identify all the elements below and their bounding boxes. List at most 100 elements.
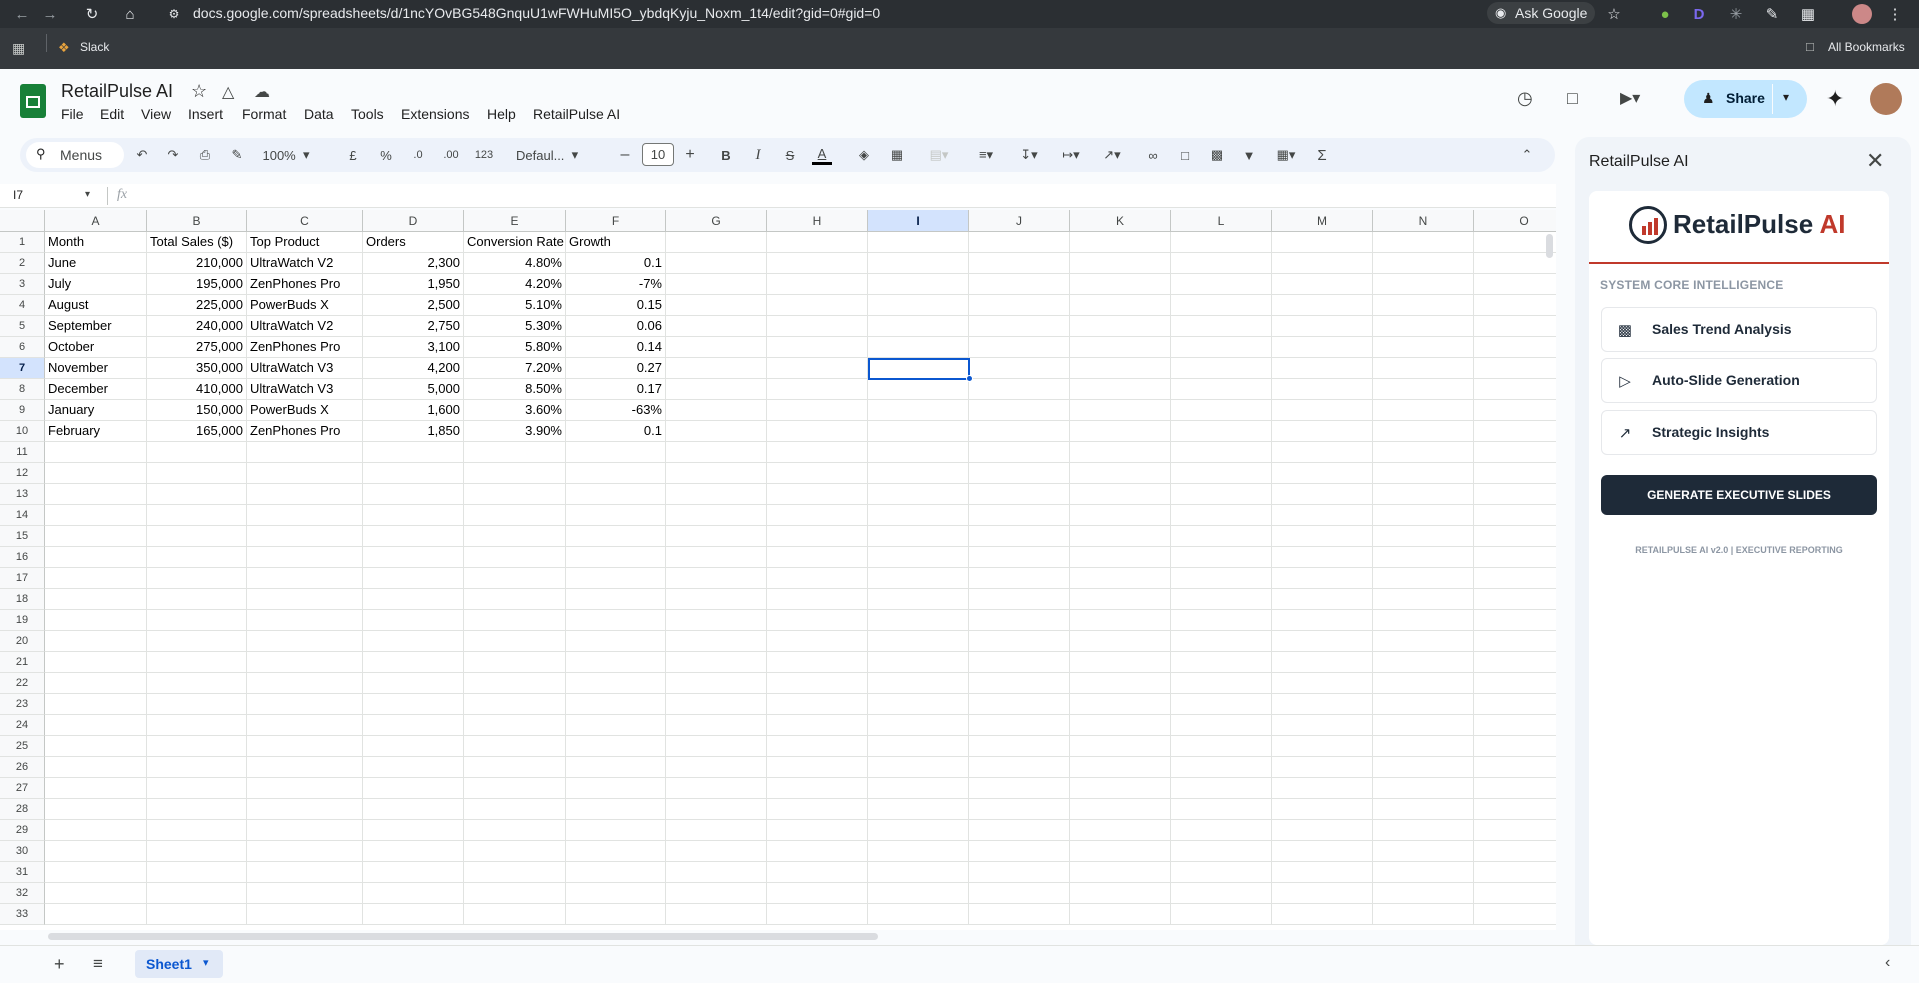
data-cell[interactable]: 1,850 — [363, 421, 464, 442]
cell[interactable] — [868, 274, 969, 295]
data-cell[interactable]: 275,000 — [147, 337, 247, 358]
column-header-n[interactable]: N — [1373, 210, 1474, 232]
cell[interactable] — [1272, 463, 1373, 484]
cell[interactable] — [566, 484, 666, 505]
cell[interactable] — [868, 883, 969, 904]
cell[interactable] — [1272, 484, 1373, 505]
cell[interactable] — [1070, 337, 1171, 358]
row-header[interactable]: 18 — [0, 589, 45, 610]
header-cell[interactable]: Orders — [363, 232, 464, 253]
sheets-logo-icon[interactable] — [20, 84, 46, 118]
sheet-tab-dropdown-icon[interactable]: ▾ — [203, 956, 209, 969]
data-cell[interactable]: 1,600 — [363, 400, 464, 421]
cell[interactable] — [464, 631, 566, 652]
cell[interactable] — [1272, 568, 1373, 589]
cell[interactable] — [45, 484, 147, 505]
cell[interactable] — [767, 442, 868, 463]
bookmark-star-icon[interactable]: ☆ — [1604, 4, 1624, 24]
cell[interactable] — [464, 778, 566, 799]
cell[interactable] — [1272, 358, 1373, 379]
text-wrapping-icon[interactable]: ↦▾ — [1055, 145, 1087, 165]
cell[interactable] — [1070, 316, 1171, 337]
cell[interactable] — [1474, 736, 1556, 757]
row-header[interactable]: 28 — [0, 799, 45, 820]
cell[interactable] — [1474, 316, 1556, 337]
functions-icon[interactable]: Σ — [1312, 145, 1332, 165]
feature-strategic-insights[interactable]: ↗ Strategic Insights — [1601, 410, 1877, 455]
cell[interactable] — [1474, 778, 1556, 799]
cell[interactable] — [969, 484, 1070, 505]
cell[interactable] — [363, 547, 464, 568]
cell[interactable] — [1272, 862, 1373, 883]
cell[interactable] — [1272, 337, 1373, 358]
cell[interactable] — [45, 820, 147, 841]
row-header[interactable]: 20 — [0, 631, 45, 652]
data-cell[interactable]: 150,000 — [147, 400, 247, 421]
cell[interactable] — [1474, 715, 1556, 736]
cell[interactable] — [1272, 253, 1373, 274]
cell[interactable] — [969, 358, 1070, 379]
cell[interactable] — [1373, 379, 1474, 400]
eyedropper-icon[interactable]: ✎ — [1762, 4, 1782, 24]
cell[interactable] — [363, 820, 464, 841]
cell[interactable] — [464, 610, 566, 631]
cell[interactable] — [969, 631, 1070, 652]
cell[interactable] — [868, 820, 969, 841]
row-header[interactable]: 27 — [0, 778, 45, 799]
cell[interactable] — [45, 610, 147, 631]
feature-sales-trend-analysis[interactable]: ▩ Sales Trend Analysis — [1601, 307, 1877, 352]
cell[interactable] — [969, 862, 1070, 883]
column-header-f[interactable]: F — [566, 210, 666, 232]
cell[interactable] — [1373, 547, 1474, 568]
document-title[interactable]: RetailPulse AI — [61, 81, 173, 102]
cell[interactable] — [969, 820, 1070, 841]
cell[interactable] — [464, 673, 566, 694]
cell[interactable] — [566, 652, 666, 673]
cell[interactable] — [1373, 862, 1474, 883]
cell[interactable] — [969, 253, 1070, 274]
cell[interactable] — [363, 652, 464, 673]
column-header-b[interactable]: B — [147, 210, 247, 232]
cell[interactable] — [1272, 736, 1373, 757]
column-header-e[interactable]: E — [464, 210, 566, 232]
cell[interactable] — [45, 442, 147, 463]
column-header-h[interactable]: H — [767, 210, 868, 232]
cell[interactable] — [247, 799, 363, 820]
forward-icon[interactable]: → — [40, 4, 60, 24]
cell[interactable] — [1272, 316, 1373, 337]
formula-input[interactable] — [140, 188, 1440, 206]
cell[interactable] — [1373, 883, 1474, 904]
cell[interactable] — [464, 505, 566, 526]
text-color-button[interactable]: A — [812, 145, 832, 165]
cell[interactable] — [363, 715, 464, 736]
cell[interactable] — [1070, 505, 1171, 526]
cell[interactable] — [147, 505, 247, 526]
cell[interactable] — [247, 610, 363, 631]
cell[interactable] — [969, 400, 1070, 421]
cell[interactable] — [1171, 736, 1272, 757]
cell[interactable] — [247, 778, 363, 799]
cell[interactable] — [1171, 715, 1272, 736]
cell[interactable] — [1171, 400, 1272, 421]
cell[interactable] — [666, 274, 767, 295]
cell[interactable] — [247, 484, 363, 505]
cell[interactable] — [767, 589, 868, 610]
row-header[interactable]: 10 — [0, 421, 45, 442]
cell[interactable] — [147, 652, 247, 673]
cell[interactable] — [464, 841, 566, 862]
cell[interactable] — [147, 610, 247, 631]
cell[interactable] — [868, 589, 969, 610]
cell[interactable] — [247, 505, 363, 526]
cell[interactable] — [666, 757, 767, 778]
cell[interactable] — [147, 715, 247, 736]
font-select[interactable]: Defaul... ▾ — [516, 145, 598, 165]
cell[interactable] — [767, 232, 868, 253]
data-cell[interactable]: 165,000 — [147, 421, 247, 442]
browser-menu-icon[interactable]: ⋮ — [1885, 4, 1905, 24]
cell[interactable] — [1171, 295, 1272, 316]
data-cell[interactable]: December — [45, 379, 147, 400]
cell[interactable] — [868, 253, 969, 274]
column-header-c[interactable]: C — [247, 210, 363, 232]
text-rotation-icon[interactable]: ↗▾ — [1096, 145, 1128, 165]
cell[interactable] — [566, 904, 666, 925]
